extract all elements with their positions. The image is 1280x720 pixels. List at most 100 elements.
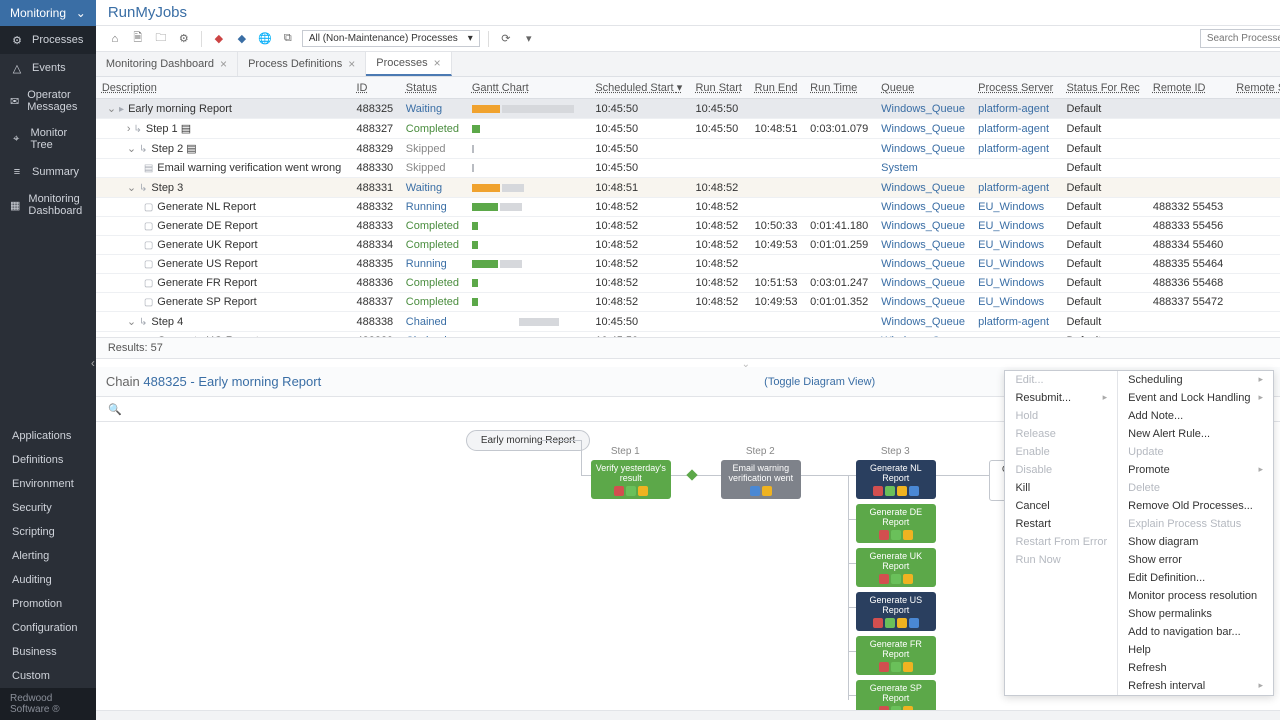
queue-link[interactable]: Windows_Queue	[881, 316, 965, 328]
menu-item-cancel[interactable]: Cancel	[1005, 497, 1117, 515]
refresh-caret-icon[interactable]: ▾	[520, 30, 538, 48]
queue-link[interactable]: Windows_Queue	[881, 103, 965, 115]
chain-id-link[interactable]: 488325	[143, 374, 186, 389]
sidebar-section-business[interactable]: Business	[0, 640, 96, 664]
sidebar-section-promotion[interactable]: Promotion	[0, 592, 96, 616]
copy-icon[interactable]: ⧉	[279, 30, 297, 48]
queue-link[interactable]: Windows_Queue	[881, 335, 965, 337]
table-row[interactable]: ▢Generate NL Report488332Running10:48:52…	[96, 198, 1280, 217]
search-processes-input[interactable]: 🔍	[1200, 29, 1280, 48]
column-header[interactable]: Queue	[875, 77, 972, 99]
menu-item-add-note-[interactable]: Add Note...	[1118, 407, 1273, 425]
sidebar-item-monitor-tree[interactable]: ⌖Monitor Tree	[0, 120, 96, 158]
sidebar-item-monitoring-dashboard[interactable]: ▦Monitoring Dashboard	[0, 186, 96, 224]
queue-link[interactable]: Windows_Queue	[881, 201, 965, 213]
column-header[interactable]: Gantt Chart	[466, 77, 590, 99]
sidebar-item-processes[interactable]: ⚙Processes	[0, 26, 96, 54]
chain-name-link[interactable]: Early morning Report	[198, 374, 321, 389]
zoom-reset-icon[interactable]: 🔍	[106, 400, 124, 418]
job-node[interactable]: Email warning verification went	[721, 460, 801, 499]
table-row[interactable]: ⌄▸Early morning Report488325Waiting10:45…	[96, 99, 1280, 119]
column-header[interactable]: Description	[96, 77, 351, 99]
column-header[interactable]: Run Start	[689, 77, 748, 99]
queue-link[interactable]: Windows_Queue	[881, 123, 965, 135]
sidebar-section-configuration[interactable]: Configuration	[0, 616, 96, 640]
queue-link[interactable]: Windows_Queue	[881, 296, 965, 308]
column-header[interactable]: Process Server	[972, 77, 1060, 99]
menu-item-monitor-process-resolution[interactable]: Monitor process resolution	[1118, 587, 1273, 605]
sidebar-item-operator-messages[interactable]: ✉Operator Messages	[0, 82, 96, 120]
process-server-link[interactable]: platform-agent	[978, 123, 1049, 135]
column-header[interactable]: Run End	[749, 77, 805, 99]
job-node[interactable]: Verify yesterday's result	[591, 460, 671, 499]
menu-item-add-to-navigation-bar-[interactable]: Add to navigation bar...	[1118, 623, 1273, 641]
process-server-link[interactable]: platform-agent	[978, 182, 1049, 194]
close-icon[interactable]: ×	[434, 56, 441, 70]
sidebar-section-alerting[interactable]: Alerting	[0, 544, 96, 568]
menu-item-scheduling[interactable]: Scheduling▸	[1118, 371, 1273, 389]
queue-link[interactable]: Windows_Queue	[881, 258, 965, 270]
process-filter-dropdown[interactable]: All (Non-Maintenance) Processes▾	[302, 30, 480, 47]
process-server-link[interactable]: EU_Windows	[978, 220, 1044, 232]
process-server-link[interactable]: platform-agent	[978, 143, 1049, 155]
new-icon[interactable]: 🗎	[129, 30, 147, 48]
menu-item-refresh[interactable]: Refresh	[1118, 659, 1273, 677]
column-header[interactable]: Scheduled Start ▾	[589, 77, 689, 99]
menu-item-show-permalinks[interactable]: Show permalinks	[1118, 605, 1273, 623]
menu-item-new-alert-rule-[interactable]: New Alert Rule...	[1118, 425, 1273, 443]
job-node[interactable]: Generate UK Report	[856, 548, 936, 587]
split-handle[interactable]: ‹⌄	[96, 359, 1280, 367]
table-row[interactable]: ▢Generate HQ Report488339Chained10:45:50…	[96, 332, 1280, 338]
toggle-diagram-view[interactable]: (Toggle Diagram View)	[764, 376, 875, 388]
expand-icon[interactable]: ⌄	[104, 103, 119, 115]
menu-item-promote[interactable]: Promote▸	[1118, 461, 1273, 479]
table-row[interactable]: ▢Generate UK Report488334Completed10:48:…	[96, 236, 1280, 255]
sidebar-section-custom[interactable]: Custom	[0, 664, 96, 688]
menu-item-show-error[interactable]: Show error	[1118, 551, 1273, 569]
close-icon[interactable]: ×	[220, 57, 227, 71]
job-node[interactable]: Generate US Report	[856, 592, 936, 631]
column-header[interactable]: Remote System	[1230, 77, 1280, 99]
table-row[interactable]: ⌄↳Step 3488331Waiting10:48:5110:48:52Win…	[96, 178, 1280, 198]
tab-process-definitions[interactable]: Process Definitions×	[238, 52, 366, 76]
table-row[interactable]: ⌄↳Step 4488338Chained10:45:50Windows_Que…	[96, 312, 1280, 332]
horizontal-scrollbar[interactable]	[96, 710, 1280, 720]
table-row[interactable]: ›↳Step 1 ▤488327Completed10:45:5010:45:5…	[96, 119, 1280, 139]
tab-monitoring-dashboard[interactable]: Monitoring Dashboard×	[96, 52, 238, 76]
table-row[interactable]: ▢Generate US Report488335Running10:48:52…	[96, 255, 1280, 274]
column-header[interactable]: ID	[350, 77, 399, 99]
queue-link[interactable]: Windows_Queue	[881, 182, 965, 194]
menu-item-help[interactable]: Help	[1118, 641, 1273, 659]
sidebar-section-auditing[interactable]: Auditing	[0, 568, 96, 592]
process-server-link[interactable]: EU_Windows	[978, 258, 1044, 270]
expand-icon[interactable]: ⌄	[124, 143, 139, 155]
tab-processes[interactable]: Processes×	[366, 52, 451, 76]
menu-item-resubmit-[interactable]: Resubmit...▸	[1005, 389, 1117, 407]
menu-item-restart[interactable]: Restart	[1005, 515, 1117, 533]
collapse-left-icon[interactable]: ‹	[91, 356, 95, 370]
process-server-link[interactable]: EU_Windows	[978, 296, 1044, 308]
sidebar-section-environment[interactable]: Environment	[0, 472, 96, 496]
expand-icon[interactable]: ⌄	[124, 182, 139, 194]
menu-item-edit-definition-[interactable]: Edit Definition...	[1118, 569, 1273, 587]
filter-globe-icon[interactable]: 🌐	[256, 30, 274, 48]
table-row[interactable]: ▤Email warning verification went wrong48…	[96, 159, 1280, 178]
sidebar-item-events[interactable]: △Events	[0, 54, 96, 82]
queue-link[interactable]: System	[881, 162, 918, 174]
sidebar-section-monitoring[interactable]: Monitoring⌄	[0, 0, 96, 26]
column-header[interactable]: Run Time	[804, 77, 875, 99]
open-icon[interactable]: 🗀	[152, 30, 170, 48]
job-node[interactable]: Generate NL Report	[856, 460, 936, 499]
filter-red-icon[interactable]: ◆	[210, 30, 228, 48]
table-row[interactable]: ⌄↳Step 2 ▤488329Skipped10:45:50Windows_Q…	[96, 139, 1280, 159]
job-node[interactable]: Generate DE Report	[856, 504, 936, 543]
job-node[interactable]: Generate SP Report	[856, 680, 936, 710]
job-node[interactable]: Generate FR Report	[856, 636, 936, 675]
sidebar-section-applications[interactable]: Applications	[0, 424, 96, 448]
process-server-link[interactable]: EU_Windows	[978, 239, 1044, 251]
menu-item-remove-old-processes-[interactable]: Remove Old Processes...	[1118, 497, 1273, 515]
expand-icon[interactable]: ⌄	[124, 316, 139, 328]
column-header[interactable]: Status	[400, 77, 466, 99]
table-row[interactable]: ▢Generate SP Report488337Completed10:48:…	[96, 293, 1280, 312]
queue-link[interactable]: Windows_Queue	[881, 220, 965, 232]
